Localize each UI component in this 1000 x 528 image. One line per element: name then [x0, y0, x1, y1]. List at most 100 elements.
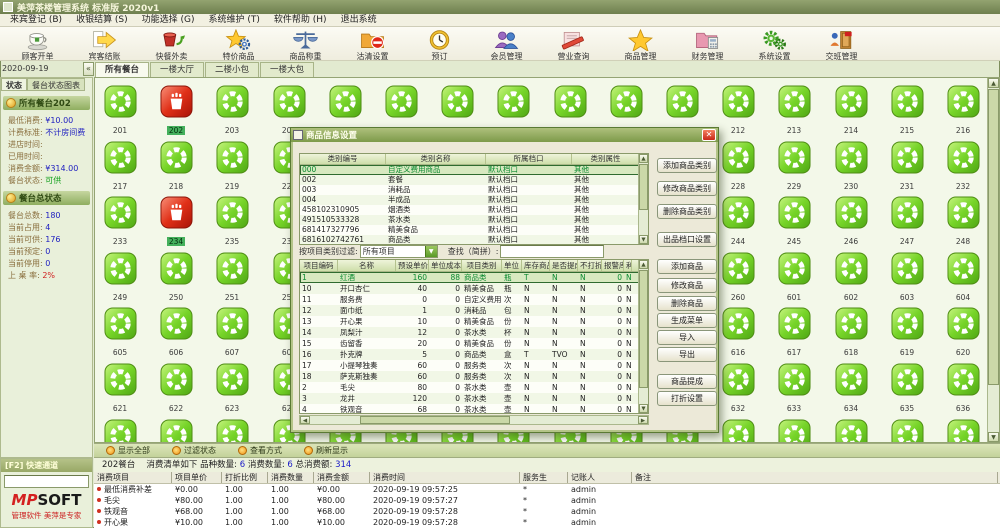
consumption-row[interactable]: 最低消费补差¥0.001.001.00¥0.002020-09-19 09:57… — [94, 484, 1000, 495]
toolbar-special-price-button[interactable]: 特价商品 — [205, 27, 272, 62]
floor-tab-0[interactable]: 所有餐台 — [95, 62, 149, 77]
category-row[interactable]: 002套餐默认档口其他 — [300, 175, 640, 185]
scroll-down-icon[interactable]: ▼ — [988, 432, 999, 442]
delete-item-button[interactable]: 删除商品 — [657, 296, 717, 311]
edit-category-button[interactable]: 修改商品类别 — [657, 181, 717, 196]
item-row[interactable]: 18萨克斯独奏600服务类次NNN0N — [300, 371, 640, 382]
menu-item-5[interactable]: 退出系统 — [334, 14, 384, 26]
item-row[interactable]: 10开口杏仁400精美食品瓶NNN0N — [300, 283, 640, 294]
toolbar-reservation-button[interactable]: 预订 — [406, 27, 473, 62]
table-cell-633[interactable]: 633 — [771, 363, 817, 415]
scrollbar-thumb[interactable] — [639, 164, 648, 210]
table-cell-218[interactable]: 218 — [153, 141, 199, 193]
table-cell-217[interactable]: 217 — [97, 141, 143, 193]
grid-vertical-scrollbar[interactable]: ▲ ▼ — [987, 78, 999, 442]
view-button-0[interactable]: 显示全部 — [106, 445, 150, 456]
table-cell-635[interactable]: 635 — [884, 363, 930, 415]
add-item-button[interactable]: 添加商品 — [657, 259, 717, 274]
item-row[interactable]: 11服务费00自定义费用次NNN0N — [300, 294, 640, 305]
table-cell-604[interactable]: 604 — [940, 252, 986, 304]
table-cell-248[interactable]: 248 — [940, 196, 986, 248]
table-cell-649[interactable]: 649 — [771, 419, 817, 443]
item-row[interactable]: 17小提琴独奏600服务类次NNN0N — [300, 360, 640, 371]
consumption-row[interactable]: 毛尖¥80.001.001.00¥80.002020-09-19 09:57:2… — [94, 495, 1000, 506]
category-table-scrollbar[interactable]: ▲ ▼ — [638, 154, 648, 244]
scroll-up-icon[interactable]: ▲ — [988, 78, 999, 88]
add-category-button[interactable]: 添加商品类别 — [657, 158, 717, 173]
table-cell-634[interactable]: 634 — [828, 363, 874, 415]
items-table-scrollbar[interactable]: ▲ ▼ — [638, 260, 648, 413]
item-row[interactable]: 14凤梨汁120茶水类杯NNN0N — [300, 327, 640, 338]
table-cell-636[interactable]: 636 — [940, 363, 986, 415]
category-row[interactable]: 6816102742761商品类默认档口其他 — [300, 235, 640, 245]
table-cell-637[interactable]: 637 — [97, 419, 143, 443]
item-row[interactable]: 2毛尖800茶水类壶NNN0N — [300, 382, 640, 393]
category-filter-select[interactable]: 所有项目 ▼ — [360, 245, 438, 258]
table-cell-632[interactable]: 632 — [715, 363, 761, 415]
toolbar-members-button[interactable]: 会员管理 — [473, 27, 540, 62]
table-cell-201[interactable]: 201 — [97, 85, 143, 137]
table-cell-244[interactable]: 244 — [715, 196, 761, 248]
table-cell-232[interactable]: 232 — [940, 141, 986, 193]
toolbar-takeout-button[interactable]: 快餐外卖 — [138, 27, 205, 62]
scroll-up-icon[interactable]: ▲ — [639, 154, 648, 163]
discount-settings-button[interactable]: 打折设置 — [657, 391, 717, 406]
table-cell-213[interactable]: 213 — [771, 85, 817, 137]
table-cell-229[interactable]: 229 — [771, 141, 817, 193]
scroll-right-icon[interactable]: ▶ — [638, 416, 648, 424]
edit-item-button[interactable]: 修改商品 — [657, 278, 717, 293]
table-cell-622[interactable]: 622 — [153, 363, 199, 415]
scroll-down-icon[interactable]: ▼ — [639, 404, 648, 413]
consumption-row[interactable]: 铁观音¥68.001.001.00¥68.002020-09-19 09:57:… — [94, 506, 1000, 517]
tab-table-chart[interactable]: 餐台状态图表 — [27, 78, 85, 91]
item-row[interactable]: 3龙井1200茶水类壶NNN0N — [300, 393, 640, 404]
table-cell-215[interactable]: 215 — [884, 85, 930, 137]
toolbar-system-settings-button[interactable]: 系统设置 — [741, 27, 808, 62]
category-row[interactable]: 004半成品默认档口其他 — [300, 195, 640, 205]
menu-item-1[interactable]: 收银结算 (S) — [69, 14, 135, 26]
floor-tab-3[interactable]: 一楼大包 — [260, 62, 314, 77]
table-cell-247[interactable]: 247 — [884, 196, 930, 248]
table-cell-618[interactable]: 618 — [828, 307, 874, 359]
view-button-1[interactable]: 过滤状态 — [172, 445, 216, 456]
scrollbar-thumb[interactable] — [360, 416, 510, 424]
table-cell-228[interactable]: 228 — [715, 141, 761, 193]
table-cell-245[interactable]: 245 — [771, 196, 817, 248]
table-cell-233[interactable]: 233 — [97, 196, 143, 248]
category-row[interactable]: 000自定义费用商品默认档口其他 — [300, 165, 640, 175]
tab-status[interactable]: 状态 — [1, 78, 27, 91]
scrollbar-thumb[interactable] — [988, 89, 999, 385]
item-row[interactable]: 4铁观音680茶水类壶NNN0N — [300, 404, 640, 414]
table-cell-214[interactable]: 214 — [828, 85, 874, 137]
table-cell-639[interactable]: 639 — [209, 419, 255, 443]
table-cell-234[interactable]: 234 — [153, 196, 199, 248]
category-row[interactable]: 681417327796精美食品默认档口其他 — [300, 225, 640, 235]
floor-tab-2[interactable]: 二楼小包 — [205, 62, 259, 77]
table-cell-603[interactable]: 603 — [884, 252, 930, 304]
scroll-up-icon[interactable]: ▲ — [639, 260, 648, 269]
category-row[interactable]: 458102310905烟酒类默认档口其他 — [300, 205, 640, 215]
toolbar-business-query-button[interactable]: 营业查询 — [540, 27, 607, 62]
toolbar-finance-button[interactable]: 财务管理 — [674, 27, 741, 62]
floor-tab-1[interactable]: 一楼大厅 — [150, 62, 204, 77]
table-cell-605[interactable]: 605 — [97, 307, 143, 359]
table-cell-219[interactable]: 219 — [209, 141, 255, 193]
table-cell-652[interactable]: 652 — [940, 419, 986, 443]
table-cell-202[interactable]: 202 — [153, 85, 199, 137]
table-cell-230[interactable]: 230 — [828, 141, 874, 193]
commission-button[interactable]: 商品提成 — [657, 374, 717, 389]
toolbar-soldout-button[interactable]: 沽清设置 — [339, 27, 406, 62]
item-row[interactable]: 12面巾纸10消耗品包NNN0N — [300, 305, 640, 316]
view-button-3[interactable]: 刷新显示 — [304, 445, 348, 456]
table-cell-638[interactable]: 638 — [153, 419, 199, 443]
table-cell-607[interactable]: 607 — [209, 307, 255, 359]
item-row[interactable]: 15齿留香200精美食品份NNN0N — [300, 338, 640, 349]
item-row[interactable]: 1红酒16088商品类瓶TNN0N — [300, 272, 640, 283]
table-cell-620[interactable]: 620 — [940, 307, 986, 359]
import-button[interactable]: 导入 — [657, 330, 717, 345]
outlet-settings-button[interactable]: 出品档口设置 — [657, 232, 717, 247]
toolbar-open-order-button[interactable]: 顾客开单 — [4, 27, 71, 62]
toolbar-goods-manage-button[interactable]: 商品管理 — [607, 27, 674, 62]
close-icon[interactable]: ✕ — [702, 129, 716, 141]
table-cell-623[interactable]: 623 — [209, 363, 255, 415]
